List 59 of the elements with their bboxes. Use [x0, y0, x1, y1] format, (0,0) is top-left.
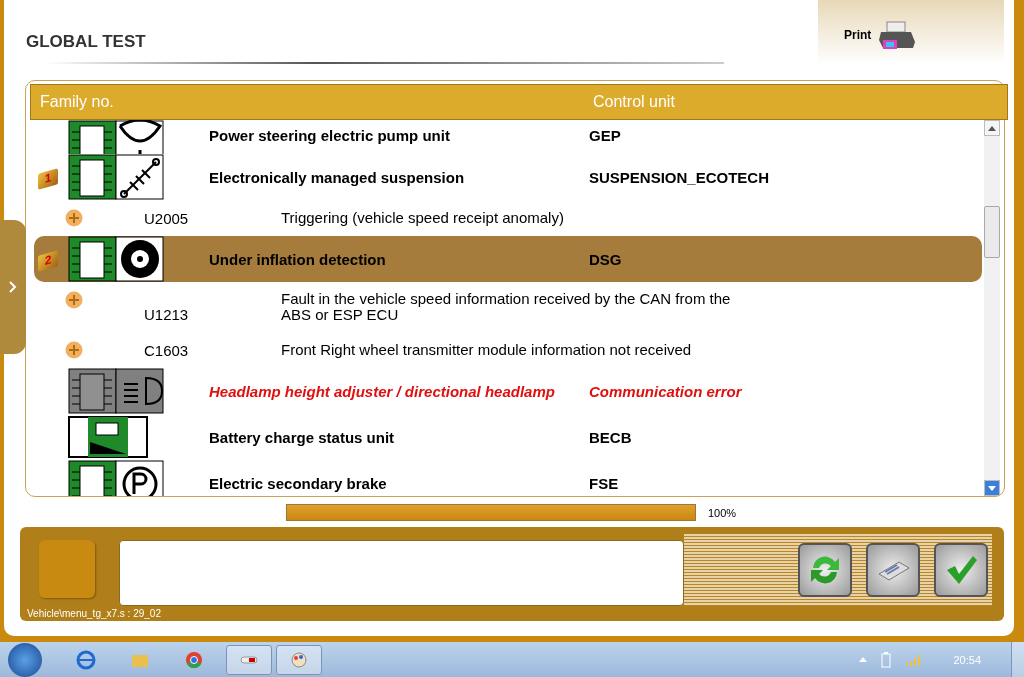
- unit-code: GEP: [589, 127, 621, 146]
- scrollbar[interactable]: [984, 120, 1000, 496]
- chrome-icon[interactable]: [184, 649, 204, 670]
- unit-code: Communication error: [589, 382, 742, 400]
- battery-unit-icon: [68, 416, 148, 458]
- unit-code: DSG: [589, 250, 622, 268]
- unit-name: Power steering electric pump unit: [209, 127, 451, 146]
- expand-icon[interactable]: [65, 291, 83, 309]
- report-button[interactable]: [866, 543, 920, 597]
- flag-icon: 1: [38, 167, 58, 190]
- selected-row[interactable]: 2 Under inflation detection DSG: [34, 236, 982, 282]
- confirm-button[interactable]: [934, 543, 988, 597]
- printer-icon: [877, 20, 918, 52]
- expand-icon[interactable]: [65, 209, 83, 227]
- show-desktop-button[interactable]: [1011, 642, 1024, 677]
- scroll-up-icon[interactable]: [984, 120, 1000, 136]
- taskbar-app-button[interactable]: [276, 644, 322, 675]
- refresh-button[interactable]: [798, 543, 852, 597]
- table-row[interactable]: Headlamp height adjuster / directional headlamp Communication error: [34, 368, 982, 414]
- column-header: Family no.: [39, 93, 115, 111]
- table-row[interactable]: 1 Electronically managed suspension SUSPENSION_ECOTECH: [34, 154, 982, 200]
- unit-code: SUSPENSION_ECOTECH: [589, 168, 770, 186]
- fault-description: Triggering (vehicle speed receipt anomaly): [281, 210, 565, 226]
- battery-icon[interactable]: [881, 651, 892, 668]
- fault-row[interactable]: U2005 Triggering (vehicle speed receipt anomaly): [34, 200, 982, 236]
- flag-icon: 2: [38, 249, 58, 272]
- palette-icon: [289, 649, 309, 670]
- unit-name: Under inflation detection: [209, 250, 387, 268]
- fault-code: U1213: [144, 306, 190, 323]
- app-icon: [239, 654, 259, 665]
- unit-code: BECB: [589, 428, 632, 446]
- chevron-right-icon: [9, 281, 17, 293]
- clock: 20:54: [953, 653, 981, 666]
- scroll-thumb[interactable]: [984, 206, 1000, 258]
- unit-name: Electronically managed suspension: [209, 168, 466, 186]
- side-tab[interactable]: [0, 220, 26, 354]
- start-button[interactable]: [8, 642, 42, 677]
- table-row[interactable]: Battery charge status unit BECB: [34, 414, 982, 460]
- fault-description: Front Right wheel transmitter module information not received: [281, 342, 693, 358]
- table-row[interactable]: Electric secondary brake FSE: [34, 460, 982, 496]
- unit-name: Electric secondary brake: [209, 474, 388, 492]
- browser-icon[interactable]: [76, 649, 96, 670]
- column-header: Control unit: [593, 93, 675, 111]
- progress-reading: 100%: [708, 506, 737, 519]
- fault-code: U2005: [144, 210, 190, 227]
- fault-description: Fault in the vehicle speed information received by the CAN from the ABS or ESP ECU: [281, 291, 732, 323]
- taskbar-app-button[interactable]: [226, 644, 272, 675]
- unit-code: FSE: [589, 474, 619, 492]
- unit-name: Headlamp height adjuster / directional headlamp: [209, 382, 556, 400]
- status-square: [39, 540, 95, 598]
- fault-code: C1603: [144, 342, 190, 359]
- fault-row[interactable]: C1603 Front Right wheel transmitter module information not received: [34, 332, 982, 368]
- fault-row[interactable]: U1213 Fault in the vehicle speed information received by the CAN from the ABS or ESP ECU: [34, 282, 982, 332]
- file-path: Vehicle\menu_tg_x7.s : 29_02: [27, 608, 161, 619]
- expand-icon[interactable]: [65, 341, 83, 359]
- scroll-down-icon[interactable]: [984, 480, 1000, 496]
- unit-name: Battery charge status unit: [209, 428, 396, 446]
- page-title: GLOBAL TEST: [25, 31, 146, 53]
- show-hidden-icon[interactable]: [859, 657, 868, 662]
